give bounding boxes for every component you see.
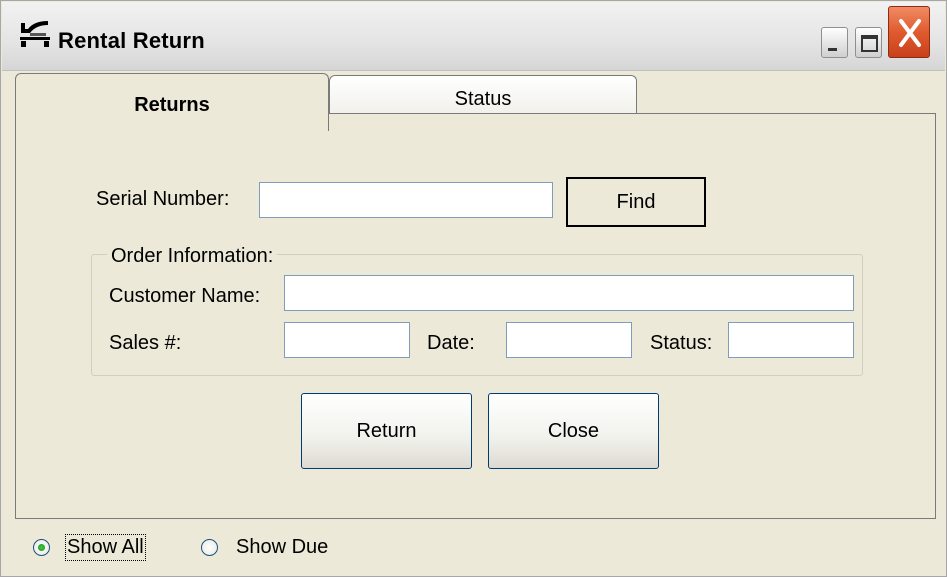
show-due-radio[interactable] <box>201 539 218 556</box>
tab-returns[interactable]: Returns <box>15 73 329 131</box>
return-button[interactable]: Return <box>301 393 472 469</box>
serial-number-label: Serial Number: <box>96 188 230 210</box>
date-label: Date: <box>427 332 475 354</box>
rental-return-window: Rental Return Returns Status Serial Numb… <box>0 0 947 577</box>
close-button[interactable]: Close <box>488 393 659 469</box>
find-button[interactable]: Find <box>566 177 706 227</box>
status-label: Status: <box>650 332 713 354</box>
maximize-button[interactable] <box>855 27 882 58</box>
show-all-label[interactable]: Show All <box>65 534 146 561</box>
close-icon <box>899 19 921 47</box>
scanner-icon <box>18 19 52 49</box>
sales-number-label: Sales #: <box>109 332 182 354</box>
title-bar[interactable]: Rental Return <box>2 2 945 71</box>
minimize-icon <box>828 48 837 51</box>
window-title: Rental Return <box>58 28 205 53</box>
tab-status[interactable]: Status <box>329 75 637 115</box>
order-information-legend: Order Information: <box>107 245 278 268</box>
show-all-radio[interactable] <box>33 539 50 556</box>
serial-number-input[interactable] <box>259 182 553 218</box>
sales-number-field[interactable] <box>284 322 410 358</box>
status-field[interactable] <box>728 322 854 358</box>
show-due-label[interactable]: Show Due <box>236 536 328 559</box>
date-field[interactable] <box>506 322 632 358</box>
customer-name-label: Customer Name: <box>109 285 261 307</box>
minimize-button[interactable] <box>821 27 848 58</box>
close-window-button[interactable] <box>888 6 930 58</box>
customer-name-field[interactable] <box>284 275 854 311</box>
